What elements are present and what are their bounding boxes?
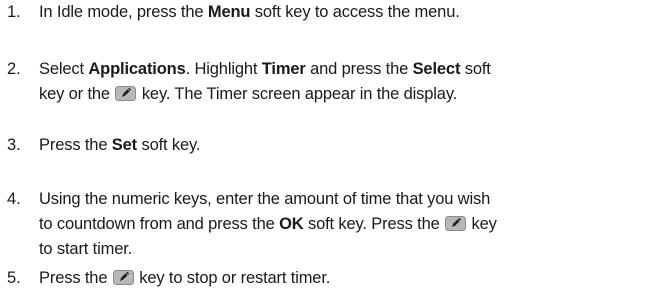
step-text: Using the numeric keys, enter the amount… [39,187,639,262]
text-run: soft key. [137,136,201,154]
text-run: In Idle mode, press the [39,3,208,21]
step-text: Select Applications. Highlight Timer and… [39,57,639,107]
step-line: Press the Set soft key. [39,133,639,158]
step-text: Press the key to stop or restart timer. [39,266,639,291]
step-line: Press the key to stop or restart timer. [39,266,639,291]
bold-term: Menu [207,3,251,21]
text-run: Press the [39,269,112,287]
text-run: to countdown from and press the [39,215,280,233]
step-text: In Idle mode, press the Menu soft key to… [39,0,639,25]
bold-term: Timer [261,60,306,78]
step-number: 2. [7,60,21,78]
text-run: key. The Timer screen appear in the disp… [137,85,458,103]
text-run: Select [39,60,89,78]
text-run: key [467,215,497,233]
text-run: Using the numeric keys, enter the amount… [39,190,491,208]
text-run: to start timer. [39,240,133,258]
text-run: key or the [39,85,115,103]
step-line: to countdown from and press the OK soft … [39,212,639,237]
ok-key-icon [112,270,134,285]
step-number: 3. [7,136,21,154]
step-number: 1. [7,3,21,21]
step-text: Press the Set soft key. [39,133,639,158]
text-run: and press the [305,60,413,78]
timer-instructions: 1. In Idle mode, press the Menu soft key … [0,0,646,299]
bold-term: Applications [88,60,186,78]
step-line: Select Applications. Highlight Timer and… [39,57,639,82]
text-run: soft key to access the menu. [250,3,460,21]
step-line: Using the numeric keys, enter the amount… [39,187,639,212]
text-run: . Highlight [185,60,262,78]
bold-term: Set [111,136,138,154]
step-line: key or the key. The Timer screen appear … [39,82,639,107]
ok-key-icon [445,216,467,231]
step-line: to start timer. [39,237,639,262]
text-run: soft key. Press the [303,215,445,233]
text-run: soft [460,60,491,78]
step-line: In Idle mode, press the Menu soft key to… [39,0,639,25]
step-number: 5. [7,269,21,287]
text-run: Press the [39,136,112,154]
step-number: 4. [7,190,21,208]
bold-term: Select [412,60,461,78]
ok-key-icon [115,86,137,101]
text-run: key to stop or restart timer. [134,269,331,287]
bold-term: OK [279,215,304,233]
